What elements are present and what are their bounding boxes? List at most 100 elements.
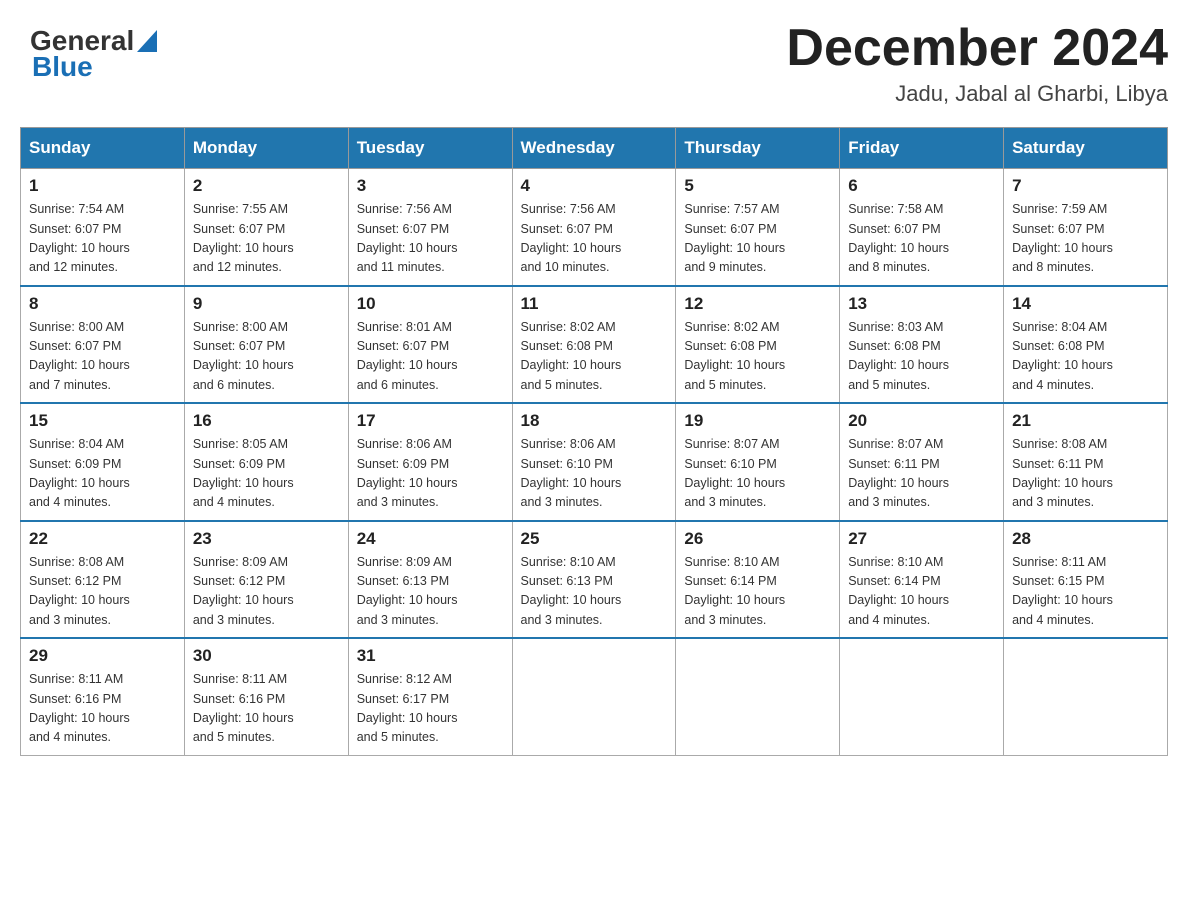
table-row: 26 Sunrise: 8:10 AMSunset: 6:14 PMDaylig… <box>676 521 840 639</box>
col-sunday: Sunday <box>21 128 185 169</box>
day-number: 23 <box>193 529 340 549</box>
day-info: Sunrise: 8:06 AMSunset: 6:09 PMDaylight:… <box>357 437 458 509</box>
day-number: 22 <box>29 529 176 549</box>
day-info: Sunrise: 8:07 AMSunset: 6:11 PMDaylight:… <box>848 437 949 509</box>
day-number: 15 <box>29 411 176 431</box>
table-row: 27 Sunrise: 8:10 AMSunset: 6:14 PMDaylig… <box>840 521 1004 639</box>
day-info: Sunrise: 8:00 AMSunset: 6:07 PMDaylight:… <box>193 320 294 392</box>
day-number: 31 <box>357 646 504 666</box>
day-number: 16 <box>193 411 340 431</box>
day-info: Sunrise: 8:10 AMSunset: 6:14 PMDaylight:… <box>684 555 785 627</box>
day-info: Sunrise: 8:11 AMSunset: 6:16 PMDaylight:… <box>193 672 294 744</box>
logo-blue-label: Blue <box>32 51 93 83</box>
calendar-week-3: 15 Sunrise: 8:04 AMSunset: 6:09 PMDaylig… <box>21 403 1168 521</box>
day-info: Sunrise: 8:11 AMSunset: 6:15 PMDaylight:… <box>1012 555 1113 627</box>
table-row: 20 Sunrise: 8:07 AMSunset: 6:11 PMDaylig… <box>840 403 1004 521</box>
table-row: 8 Sunrise: 8:00 AMSunset: 6:07 PMDayligh… <box>21 286 185 404</box>
table-row <box>676 638 840 755</box>
day-info: Sunrise: 8:00 AMSunset: 6:07 PMDaylight:… <box>29 320 130 392</box>
day-info: Sunrise: 8:04 AMSunset: 6:08 PMDaylight:… <box>1012 320 1113 392</box>
table-row: 11 Sunrise: 8:02 AMSunset: 6:08 PMDaylig… <box>512 286 676 404</box>
day-number: 2 <box>193 176 340 196</box>
table-row: 17 Sunrise: 8:06 AMSunset: 6:09 PMDaylig… <box>348 403 512 521</box>
calendar-week-2: 8 Sunrise: 8:00 AMSunset: 6:07 PMDayligh… <box>21 286 1168 404</box>
day-number: 14 <box>1012 294 1159 314</box>
col-friday: Friday <box>840 128 1004 169</box>
calendar-week-5: 29 Sunrise: 8:11 AMSunset: 6:16 PMDaylig… <box>21 638 1168 755</box>
day-number: 13 <box>848 294 995 314</box>
day-number: 4 <box>521 176 668 196</box>
day-number: 6 <box>848 176 995 196</box>
table-row: 5 Sunrise: 7:57 AMSunset: 6:07 PMDayligh… <box>676 169 840 286</box>
day-header-row: Sunday Monday Tuesday Wednesday Thursday… <box>21 128 1168 169</box>
day-number: 9 <box>193 294 340 314</box>
day-number: 24 <box>357 529 504 549</box>
col-monday: Monday <box>184 128 348 169</box>
day-number: 28 <box>1012 529 1159 549</box>
day-info: Sunrise: 8:11 AMSunset: 6:16 PMDaylight:… <box>29 672 130 744</box>
table-row: 7 Sunrise: 7:59 AMSunset: 6:07 PMDayligh… <box>1004 169 1168 286</box>
day-info: Sunrise: 8:10 AMSunset: 6:13 PMDaylight:… <box>521 555 622 627</box>
table-row: 15 Sunrise: 8:04 AMSunset: 6:09 PMDaylig… <box>21 403 185 521</box>
day-number: 3 <box>357 176 504 196</box>
day-info: Sunrise: 7:59 AMSunset: 6:07 PMDaylight:… <box>1012 202 1113 274</box>
day-info: Sunrise: 8:09 AMSunset: 6:12 PMDaylight:… <box>193 555 294 627</box>
day-info: Sunrise: 8:04 AMSunset: 6:09 PMDaylight:… <box>29 437 130 509</box>
table-row: 6 Sunrise: 7:58 AMSunset: 6:07 PMDayligh… <box>840 169 1004 286</box>
day-number: 1 <box>29 176 176 196</box>
day-number: 12 <box>684 294 831 314</box>
col-saturday: Saturday <box>1004 128 1168 169</box>
table-row: 18 Sunrise: 8:06 AMSunset: 6:10 PMDaylig… <box>512 403 676 521</box>
title-block: December 2024 Jadu, Jabal al Gharbi, Lib… <box>786 20 1168 107</box>
day-info: Sunrise: 7:58 AMSunset: 6:07 PMDaylight:… <box>848 202 949 274</box>
calendar-table: Sunday Monday Tuesday Wednesday Thursday… <box>20 127 1168 756</box>
day-number: 17 <box>357 411 504 431</box>
day-number: 19 <box>684 411 831 431</box>
day-number: 21 <box>1012 411 1159 431</box>
calendar-header: Sunday Monday Tuesday Wednesday Thursday… <box>21 128 1168 169</box>
table-row: 19 Sunrise: 8:07 AMSunset: 6:10 PMDaylig… <box>676 403 840 521</box>
day-number: 26 <box>684 529 831 549</box>
table-row: 22 Sunrise: 8:08 AMSunset: 6:12 PMDaylig… <box>21 521 185 639</box>
day-number: 27 <box>848 529 995 549</box>
day-info: Sunrise: 8:05 AMSunset: 6:09 PMDaylight:… <box>193 437 294 509</box>
table-row: 25 Sunrise: 8:10 AMSunset: 6:13 PMDaylig… <box>512 521 676 639</box>
logo-block: General Blue <box>30 20 157 83</box>
day-info: Sunrise: 8:10 AMSunset: 6:14 PMDaylight:… <box>848 555 949 627</box>
day-number: 29 <box>29 646 176 666</box>
day-info: Sunrise: 7:56 AMSunset: 6:07 PMDaylight:… <box>357 202 458 274</box>
table-row: 24 Sunrise: 8:09 AMSunset: 6:13 PMDaylig… <box>348 521 512 639</box>
day-info: Sunrise: 7:57 AMSunset: 6:07 PMDaylight:… <box>684 202 785 274</box>
table-row: 29 Sunrise: 8:11 AMSunset: 6:16 PMDaylig… <box>21 638 185 755</box>
logo-arrow-icon <box>137 27 157 59</box>
col-tuesday: Tuesday <box>348 128 512 169</box>
day-info: Sunrise: 8:07 AMSunset: 6:10 PMDaylight:… <box>684 437 785 509</box>
table-row <box>840 638 1004 755</box>
day-info: Sunrise: 8:06 AMSunset: 6:10 PMDaylight:… <box>521 437 622 509</box>
table-row: 16 Sunrise: 8:05 AMSunset: 6:09 PMDaylig… <box>184 403 348 521</box>
table-row: 12 Sunrise: 8:02 AMSunset: 6:08 PMDaylig… <box>676 286 840 404</box>
table-row: 14 Sunrise: 8:04 AMSunset: 6:08 PMDaylig… <box>1004 286 1168 404</box>
table-row: 2 Sunrise: 7:55 AMSunset: 6:07 PMDayligh… <box>184 169 348 286</box>
table-row: 13 Sunrise: 8:03 AMSunset: 6:08 PMDaylig… <box>840 286 1004 404</box>
day-number: 11 <box>521 294 668 314</box>
table-row: 9 Sunrise: 8:00 AMSunset: 6:07 PMDayligh… <box>184 286 348 404</box>
day-info: Sunrise: 8:03 AMSunset: 6:08 PMDaylight:… <box>848 320 949 392</box>
day-number: 18 <box>521 411 668 431</box>
table-row: 4 Sunrise: 7:56 AMSunset: 6:07 PMDayligh… <box>512 169 676 286</box>
table-row: 23 Sunrise: 8:09 AMSunset: 6:12 PMDaylig… <box>184 521 348 639</box>
col-thursday: Thursday <box>676 128 840 169</box>
calendar-week-1: 1 Sunrise: 7:54 AMSunset: 6:07 PMDayligh… <box>21 169 1168 286</box>
calendar-week-4: 22 Sunrise: 8:08 AMSunset: 6:12 PMDaylig… <box>21 521 1168 639</box>
day-number: 5 <box>684 176 831 196</box>
day-number: 20 <box>848 411 995 431</box>
table-row <box>512 638 676 755</box>
day-info: Sunrise: 8:02 AMSunset: 6:08 PMDaylight:… <box>521 320 622 392</box>
day-number: 8 <box>29 294 176 314</box>
col-wednesday: Wednesday <box>512 128 676 169</box>
day-info: Sunrise: 7:56 AMSunset: 6:07 PMDaylight:… <box>521 202 622 274</box>
table-row: 1 Sunrise: 7:54 AMSunset: 6:07 PMDayligh… <box>21 169 185 286</box>
table-row: 3 Sunrise: 7:56 AMSunset: 6:07 PMDayligh… <box>348 169 512 286</box>
day-info: Sunrise: 7:55 AMSunset: 6:07 PMDaylight:… <box>193 202 294 274</box>
day-number: 25 <box>521 529 668 549</box>
